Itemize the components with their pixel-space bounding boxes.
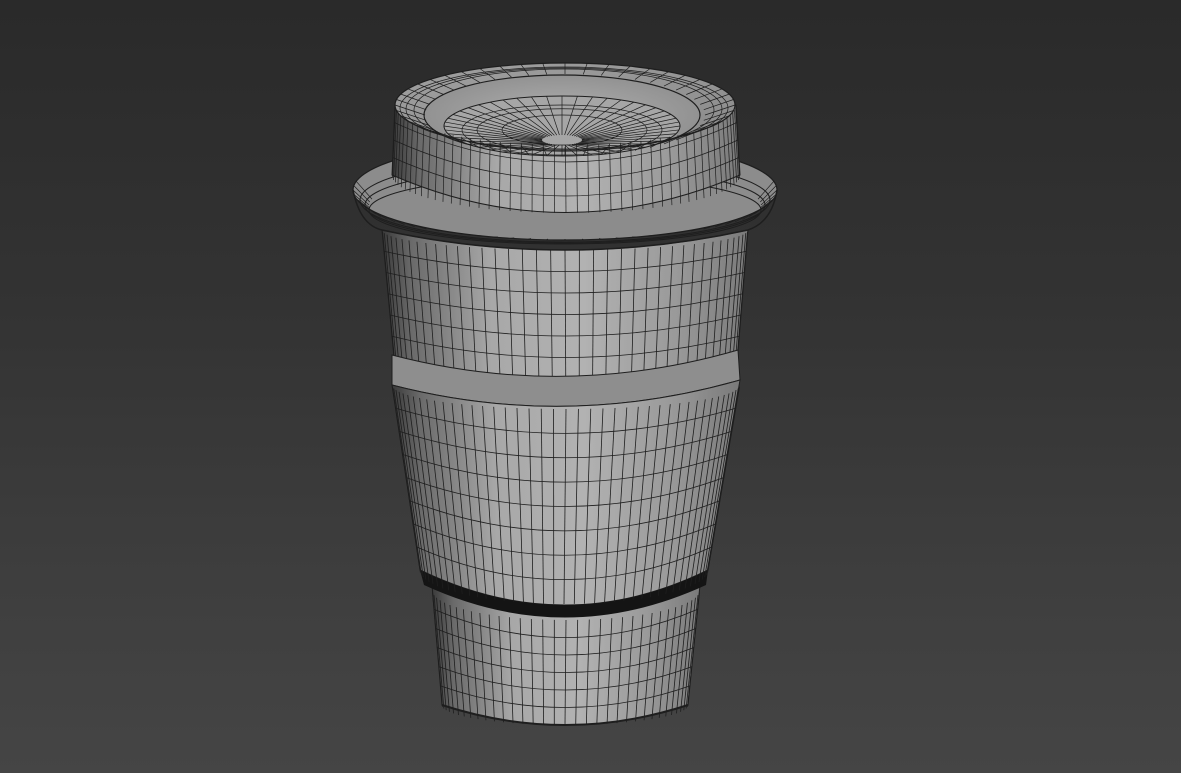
3d-viewport[interactable] (0, 0, 1181, 773)
cup-sleeve (391, 349, 741, 618)
coffee-cup-model[interactable] (0, 0, 1181, 773)
lid (391, 62, 741, 214)
